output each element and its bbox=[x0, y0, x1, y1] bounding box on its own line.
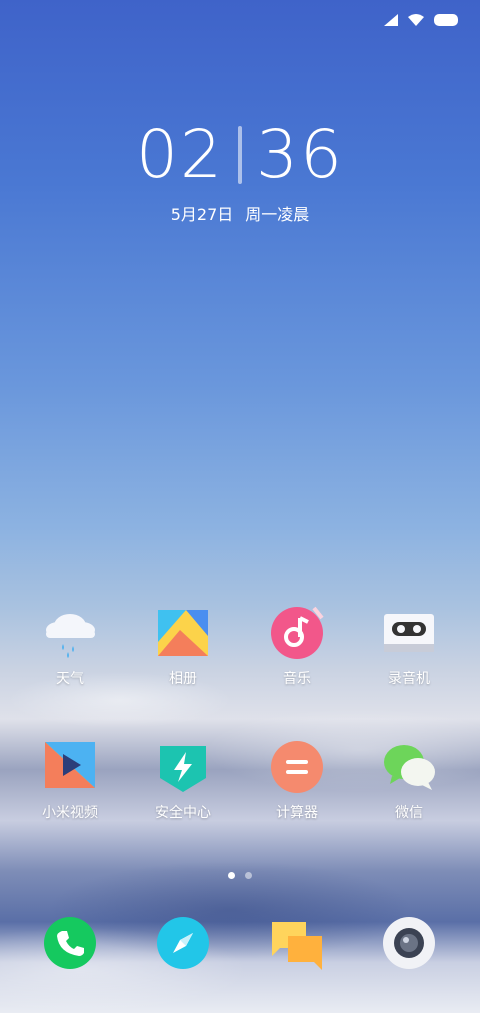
dock-messages[interactable] bbox=[242, 916, 352, 970]
messages-icon bbox=[270, 916, 324, 970]
app-calculator[interactable]: 计算器 bbox=[242, 740, 352, 822]
page-dot[interactable] bbox=[245, 872, 252, 879]
dock-camera[interactable] bbox=[354, 916, 464, 970]
gallery-icon bbox=[156, 606, 210, 660]
recorder-icon bbox=[382, 606, 436, 660]
status-bar bbox=[384, 14, 458, 26]
app-weather[interactable]: 天气 bbox=[15, 606, 125, 688]
dock-browser[interactable] bbox=[128, 916, 238, 970]
wechat-icon bbox=[382, 740, 436, 794]
app-label: 计算器 bbox=[276, 805, 318, 821]
app-label: 天气 bbox=[56, 671, 84, 687]
app-wechat[interactable]: 微信 bbox=[354, 740, 464, 822]
clock-date: 5月27日 周一凌晨 bbox=[0, 201, 480, 225]
camera-icon bbox=[382, 916, 436, 970]
app-security[interactable]: 安全中心 bbox=[128, 740, 238, 822]
clock-separator bbox=[238, 125, 242, 184]
app-label: 录音机 bbox=[388, 671, 430, 687]
browser-icon bbox=[156, 916, 210, 970]
lock-clock[interactable]: 02 36 5月27日 周一凌晨 bbox=[0, 116, 480, 225]
phone-icon bbox=[43, 916, 97, 970]
signal-icon bbox=[384, 14, 398, 26]
wifi-icon bbox=[408, 14, 424, 26]
app-label: 微信 bbox=[395, 805, 423, 821]
page-dot[interactable] bbox=[228, 872, 235, 879]
battery-icon bbox=[434, 14, 458, 26]
app-gallery[interactable]: 相册 bbox=[128, 606, 238, 688]
dock-phone[interactable] bbox=[15, 916, 125, 970]
video-icon bbox=[43, 740, 97, 794]
app-label: 安全中心 bbox=[155, 805, 211, 821]
page-indicator[interactable] bbox=[0, 872, 480, 879]
app-label: 小米视频 bbox=[42, 805, 98, 821]
app-music[interactable]: 音乐 bbox=[242, 606, 352, 688]
app-label: 音乐 bbox=[283, 671, 311, 687]
weekday-text: 周一凌晨 bbox=[245, 205, 310, 224]
weather-icon bbox=[43, 606, 97, 660]
app-label: 相册 bbox=[169, 671, 197, 687]
security-icon bbox=[156, 740, 210, 794]
calculator-icon bbox=[270, 740, 324, 794]
clock-hours: 02 bbox=[136, 116, 224, 193]
app-video[interactable]: 小米视频 bbox=[15, 740, 125, 822]
clock-minutes: 36 bbox=[256, 116, 344, 193]
app-recorder[interactable]: 录音机 bbox=[354, 606, 464, 688]
clock-time: 02 36 bbox=[0, 116, 480, 193]
music-icon bbox=[270, 606, 324, 660]
date-text: 5月27日 bbox=[170, 205, 234, 224]
